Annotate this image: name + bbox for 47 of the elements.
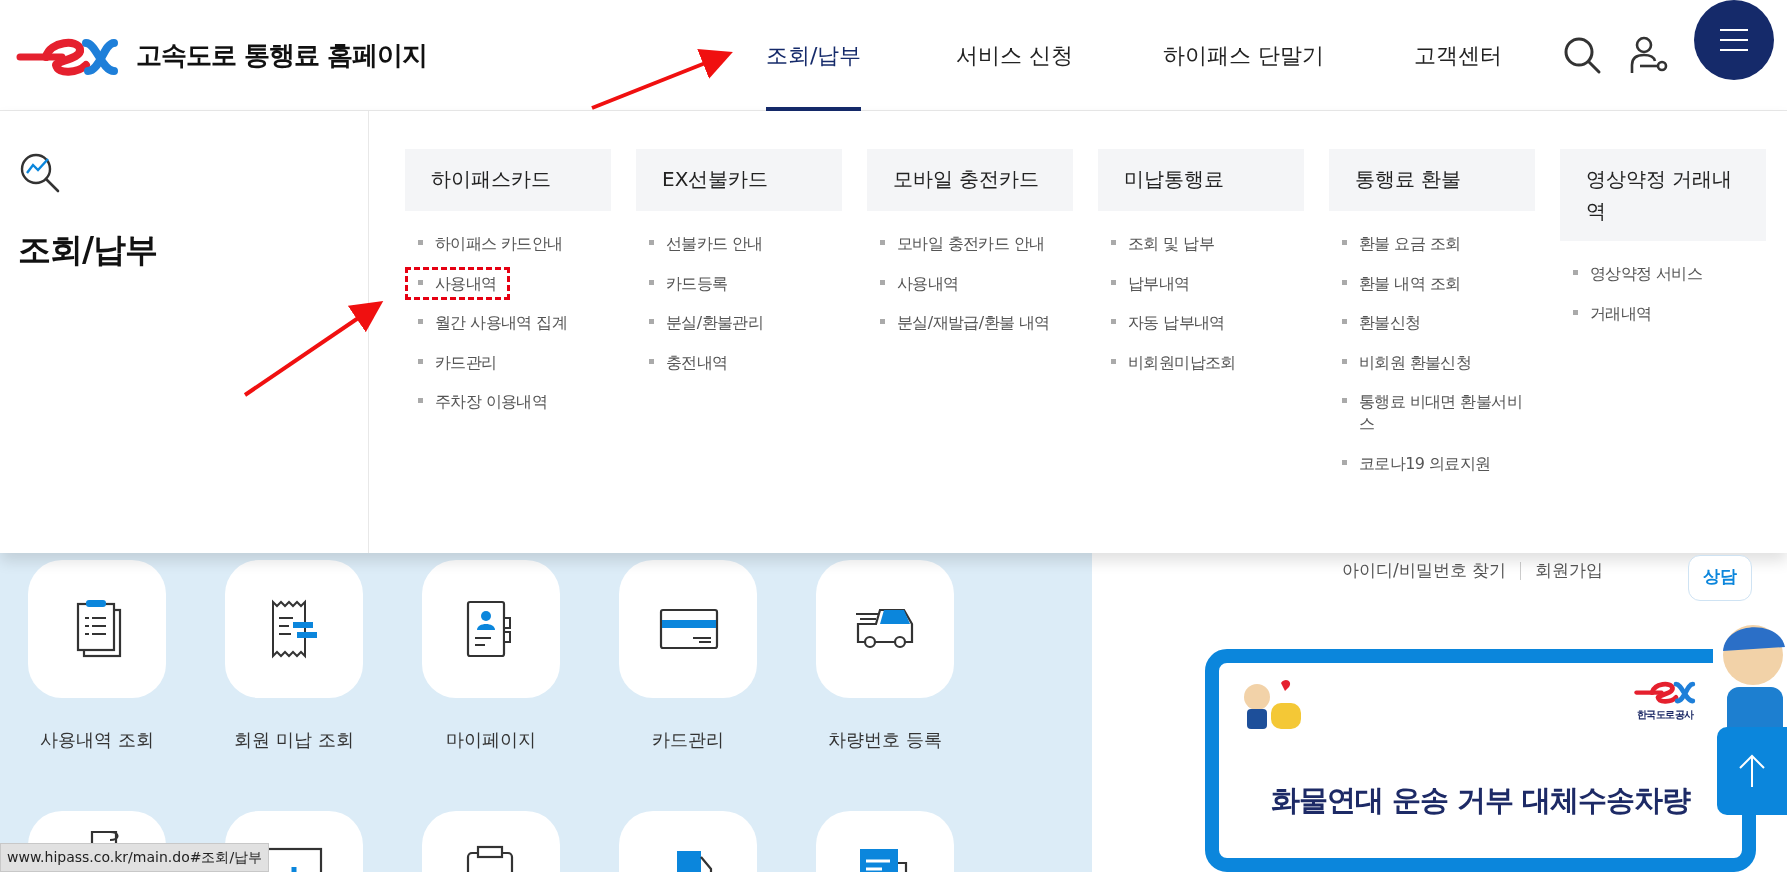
logo-caption: 한국도로공사	[1636, 707, 1694, 722]
menu-item[interactable]: 모바일 충전카드 안내	[867, 227, 1058, 261]
menu-item[interactable]: 자동 납부내역	[1098, 306, 1238, 340]
tile-label: 마이페이지	[446, 728, 536, 752]
menu-item[interactable]: 통행료 비대면 환불서비스	[1329, 385, 1535, 441]
menu-item[interactable]: 환불 내역 조회	[1329, 266, 1474, 301]
menu-title: 조회/납부	[18, 229, 159, 271]
menu-item[interactable]: 선불카드 안내	[636, 227, 776, 261]
menu-item[interactable]: 환불 요금 조회	[1329, 227, 1474, 261]
menu-heading[interactable]: 통행료 환불	[1329, 149, 1535, 211]
menu-item[interactable]: 월간 사용내역 집계	[405, 306, 581, 340]
nav-tab[interactable]: 고객센터	[1414, 0, 1503, 111]
nav-tab[interactable]: 하이패스 단말기	[1163, 0, 1325, 111]
menu-heading[interactable]: 영상약정 거래내역	[1560, 149, 1766, 241]
tile-label: 사용내역 조회	[40, 728, 154, 752]
chat-bubble[interactable]: 상담	[1688, 555, 1752, 601]
menu-heading[interactable]: 미납통행료	[1098, 149, 1304, 211]
banner-card[interactable]: 한국도로공사 화물연대 운송 거부 대체수송차량	[1205, 648, 1756, 872]
menu-heading[interactable]: EX선불카드	[636, 149, 842, 211]
menu-item[interactable]: 주차장 이용내역	[405, 385, 561, 419]
tile-label: 차량번호 등록	[828, 728, 942, 752]
login-link[interactable]: 아이디/비밀번호 찾기	[1342, 558, 1507, 584]
menu-item[interactable]: 하이패스 카드안내	[405, 227, 576, 261]
menu-item[interactable]: 거래내역	[1560, 296, 1665, 331]
menu-item[interactable]: 사용내역	[867, 266, 972, 301]
tile-label: 회원 미납 조회	[234, 728, 354, 752]
menu-item[interactable]: 비회원미납조회	[1098, 345, 1249, 380]
menu-heading[interactable]: 하이패스카드	[405, 149, 611, 211]
menu-item[interactable]: 분실/환불관리	[636, 306, 777, 340]
menu-item[interactable]: 영상약정 서비스	[1560, 257, 1716, 291]
url-status-tooltip: www.hipass.co.kr/main.do#조회/납부	[0, 843, 270, 872]
login-link[interactable]: 회원가입	[1535, 558, 1604, 584]
menu-item[interactable]: 카드등록	[636, 266, 741, 301]
menu-item[interactable]: 카드관리	[405, 345, 510, 380]
tile-label: 카드관리	[652, 728, 724, 752]
menu-item[interactable]: 코로나19 의료지원	[1329, 446, 1504, 481]
site-title[interactable]: 고속도로 통행료 홈페이지	[136, 35, 428, 75]
menu-item[interactable]: 환불신청	[1329, 306, 1434, 340]
menu-item[interactable]: 분실/재발급/환불 내역	[867, 306, 1063, 340]
menu-heading[interactable]: 모바일 충전카드	[867, 149, 1073, 211]
menu-item[interactable]: 납부내역	[1098, 266, 1203, 301]
menu-item[interactable]: 조회 및 납부	[1098, 227, 1227, 261]
banner-headline: 화물연대 운송 거부 대체수송차량	[1269, 781, 1692, 819]
menu-item[interactable]: 사용내역	[405, 266, 510, 301]
menu-item[interactable]: 충전내역	[636, 345, 741, 380]
nav-tab[interactable]: 서비스 신청	[956, 0, 1074, 111]
menu-item[interactable]: 비회원 환불신청	[1329, 345, 1485, 380]
